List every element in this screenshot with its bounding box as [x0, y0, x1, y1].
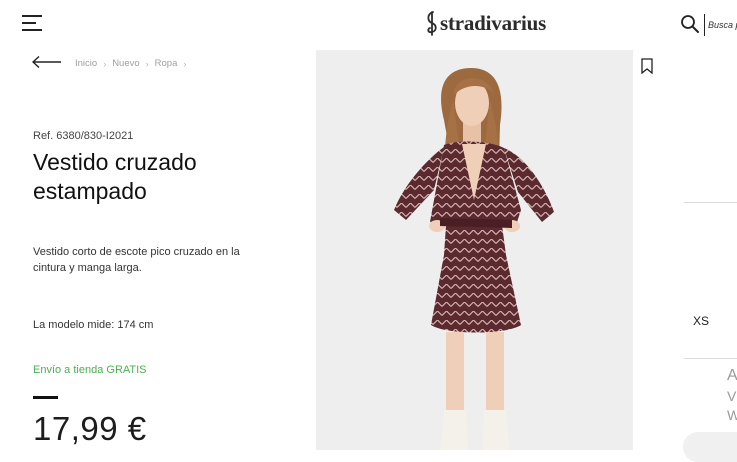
- breadcrumb-inicio[interactable]: Inicio: [75, 58, 97, 69]
- search-icon[interactable]: [680, 14, 700, 34]
- bookmark-icon[interactable]: [640, 58, 654, 75]
- chevron-right-icon: ›: [183, 58, 187, 69]
- chevron-right-icon: ›: [145, 58, 149, 69]
- brand-logo[interactable]: stradivarius: [424, 8, 546, 38]
- add-to-cart-button[interactable]: [683, 432, 737, 462]
- product-description: Vestido corto de escote pico cruzado en …: [33, 246, 240, 274]
- treble-clef-icon: [427, 11, 437, 36]
- breadcrumb: Inicio › Nuevo › Ropa ›: [75, 58, 192, 69]
- free-shipping-notice: Envío a tienda GRATIS: [33, 364, 147, 376]
- truncated-text: A: [727, 367, 737, 384]
- breadcrumb-ropa[interactable]: Ropa: [155, 58, 178, 69]
- section-divider: [684, 202, 737, 203]
- breadcrumb-nuevo[interactable]: Nuevo: [112, 58, 139, 69]
- product-title: Vestido cruzado estampado: [33, 148, 263, 206]
- product-reference: Ref. 6380/830-I2021: [33, 130, 134, 142]
- product-image[interactable]: [316, 50, 633, 450]
- section-divider: [684, 358, 737, 359]
- chevron-right-icon: ›: [103, 58, 107, 69]
- product-title-line1: Vestido cruzado: [33, 149, 197, 175]
- back-arrow-icon[interactable]: [31, 55, 62, 69]
- product-price: 17,99 €: [33, 410, 147, 447]
- product-title-line2: estampado: [33, 178, 147, 204]
- logo-text: stradivarius: [440, 10, 547, 35]
- truncated-text: V: [727, 388, 737, 404]
- size-option-xs[interactable]: XS: [693, 314, 709, 328]
- search-input[interactable]: [704, 14, 737, 36]
- model-wearing-dress-image: [394, 68, 554, 450]
- truncated-text: W: [727, 407, 737, 423]
- model-height-info: La modelo mide: 174 cm: [33, 319, 154, 331]
- menu-icon[interactable]: [22, 14, 42, 32]
- price-divider: [33, 396, 58, 399]
